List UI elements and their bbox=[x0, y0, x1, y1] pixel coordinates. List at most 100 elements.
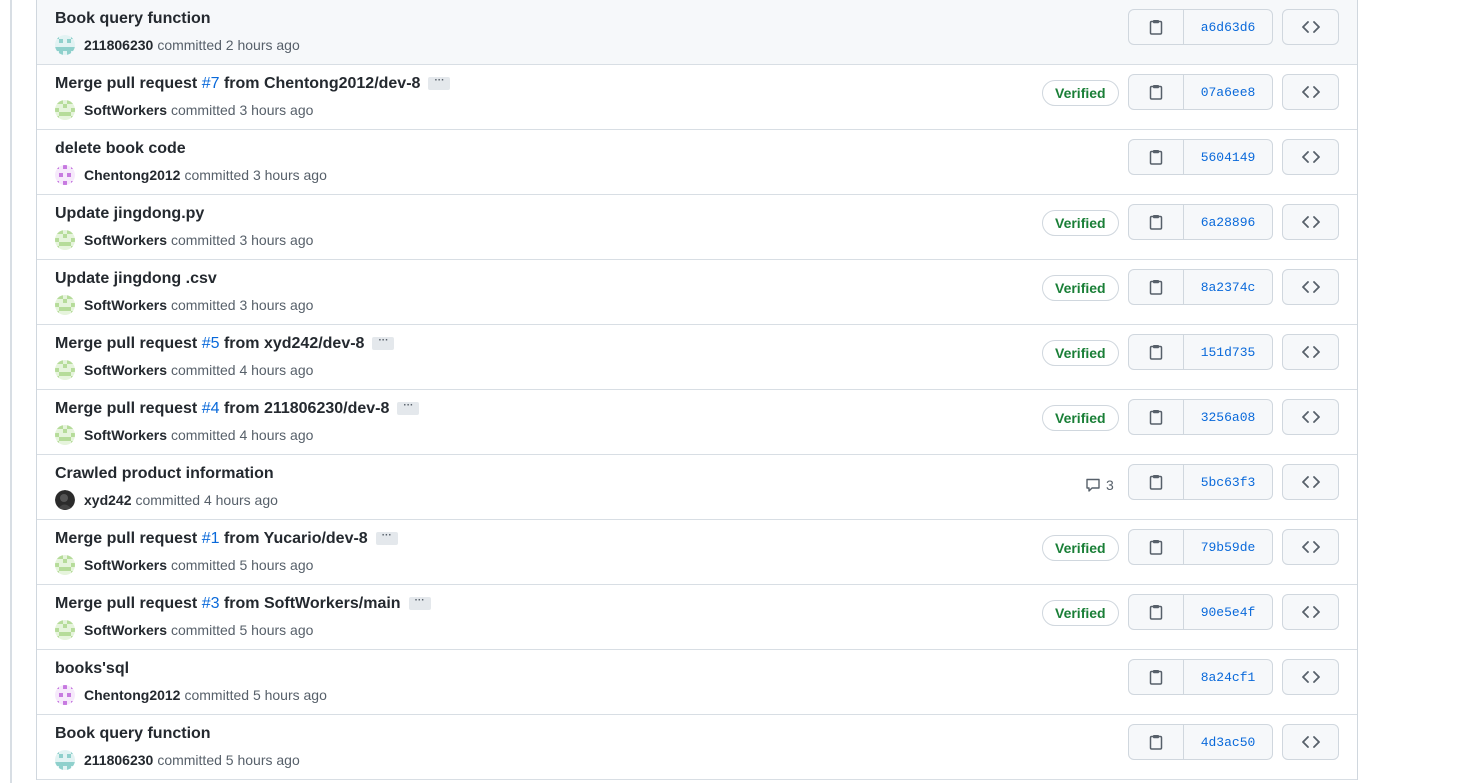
comments-count[interactable]: 3 bbox=[1085, 477, 1114, 493]
avatar[interactable] bbox=[55, 165, 75, 185]
avatar[interactable] bbox=[55, 360, 75, 380]
commit-title-suffix[interactable]: from 211806230/dev-8 bbox=[220, 400, 389, 417]
author-link[interactable]: SoftWorkers bbox=[84, 557, 167, 573]
author-link[interactable]: SoftWorkers bbox=[84, 232, 167, 248]
verified-badge[interactable]: Verified bbox=[1042, 275, 1119, 301]
author-link[interactable]: xyd242 bbox=[84, 492, 131, 508]
commit-title-suffix[interactable]: from Yucario/dev-8 bbox=[220, 530, 368, 547]
avatar[interactable] bbox=[55, 100, 75, 120]
author-link[interactable]: SoftWorkers bbox=[84, 297, 167, 313]
copy-sha-button[interactable] bbox=[1129, 725, 1184, 759]
copy-sha-button[interactable] bbox=[1129, 595, 1184, 629]
commit-title-text[interactable]: Update jingdong.py bbox=[55, 205, 204, 222]
pull-request-link[interactable]: #3 bbox=[202, 595, 220, 612]
author-link[interactable]: SoftWorkers bbox=[84, 427, 167, 443]
copy-sha-button[interactable] bbox=[1129, 205, 1184, 239]
copy-sha-button[interactable] bbox=[1129, 660, 1184, 694]
author-link[interactable]: 211806230 bbox=[84, 752, 153, 768]
commit-title-suffix[interactable]: from xyd242/dev-8 bbox=[220, 335, 365, 352]
commit-title-text[interactable]: delete book code bbox=[55, 140, 186, 157]
copy-sha-button[interactable] bbox=[1129, 140, 1184, 174]
browse-repository-button[interactable] bbox=[1282, 724, 1339, 760]
commit-title-suffix[interactable]: from Chentong2012/dev-8 bbox=[220, 75, 421, 92]
verified-badge[interactable]: Verified bbox=[1042, 80, 1119, 106]
avatar[interactable] bbox=[55, 425, 75, 445]
commit-sha-link[interactable]: 79b59de bbox=[1184, 530, 1272, 564]
browse-repository-button[interactable] bbox=[1282, 464, 1339, 500]
code-icon bbox=[1301, 346, 1320, 358]
commit-title-text[interactable]: Crawled product information bbox=[55, 465, 274, 482]
browse-repository-button[interactable] bbox=[1282, 139, 1339, 175]
commit-sha-link[interactable]: 90e5e4f bbox=[1184, 595, 1272, 629]
browse-repository-button[interactable] bbox=[1282, 204, 1339, 240]
commit-sha-link[interactable]: 5bc63f3 bbox=[1184, 465, 1272, 499]
avatar[interactable] bbox=[55, 620, 75, 640]
browse-repository-button[interactable] bbox=[1282, 399, 1339, 435]
commit-sha-link[interactable]: 5604149 bbox=[1184, 140, 1272, 174]
browse-repository-button[interactable] bbox=[1282, 334, 1339, 370]
author-link[interactable]: SoftWorkers bbox=[84, 622, 167, 638]
relative-time: 3 hours ago bbox=[239, 102, 314, 118]
commit-sha-link[interactable]: 3256a08 bbox=[1184, 400, 1272, 434]
avatar[interactable] bbox=[55, 295, 75, 315]
copy-sha-button[interactable] bbox=[1129, 270, 1184, 304]
pull-request-link[interactable]: #4 bbox=[202, 400, 220, 417]
verified-badge[interactable]: Verified bbox=[1042, 405, 1119, 431]
expand-message-button[interactable]: ··· bbox=[375, 531, 398, 546]
pull-request-link[interactable]: #1 bbox=[202, 530, 220, 547]
browse-repository-button[interactable] bbox=[1282, 9, 1339, 45]
browse-repository-button[interactable] bbox=[1282, 269, 1339, 305]
commit-title-text[interactable]: books'sql bbox=[55, 660, 129, 677]
avatar[interactable] bbox=[55, 490, 75, 510]
avatar[interactable] bbox=[55, 685, 75, 705]
commit-sha-link[interactable]: 151d735 bbox=[1184, 335, 1272, 369]
avatar[interactable] bbox=[55, 555, 75, 575]
copy-sha-button[interactable] bbox=[1129, 530, 1184, 564]
verified-badge[interactable]: Verified bbox=[1042, 210, 1119, 236]
expand-message-button[interactable]: ··· bbox=[428, 76, 451, 91]
clipboard-icon bbox=[1149, 19, 1163, 35]
verified-badge[interactable]: Verified bbox=[1042, 340, 1119, 366]
commit-title-text[interactable]: Merge pull request bbox=[55, 595, 202, 612]
author-link[interactable]: Chentong2012 bbox=[84, 167, 180, 183]
browse-repository-button[interactable] bbox=[1282, 659, 1339, 695]
commit-title-text[interactable]: Merge pull request bbox=[55, 335, 202, 352]
verified-badge[interactable]: Verified bbox=[1042, 600, 1119, 626]
commit-sha-link[interactable]: 4d3ac50 bbox=[1184, 725, 1272, 759]
browse-repository-button[interactable] bbox=[1282, 74, 1339, 110]
commit-title-text[interactable]: Update jingdong .csv bbox=[55, 270, 217, 287]
copy-sha-button[interactable] bbox=[1129, 400, 1184, 434]
commit-title-text[interactable]: Book query function bbox=[55, 725, 211, 742]
copy-sha-button[interactable] bbox=[1129, 75, 1184, 109]
browse-repository-button[interactable] bbox=[1282, 594, 1339, 630]
commit-title-text[interactable]: Book query function bbox=[55, 10, 211, 27]
avatar[interactable] bbox=[55, 750, 75, 770]
browse-repository-button[interactable] bbox=[1282, 529, 1339, 565]
author-link[interactable]: SoftWorkers bbox=[84, 102, 167, 118]
commit-sha-link[interactable]: 8a2374c bbox=[1184, 270, 1272, 304]
commit-title-text[interactable]: Merge pull request bbox=[55, 75, 202, 92]
copy-sha-button[interactable] bbox=[1129, 10, 1184, 44]
commit-title-text[interactable]: Merge pull request bbox=[55, 530, 202, 547]
expand-message-button[interactable]: ··· bbox=[372, 336, 395, 351]
commit-sha-link[interactable]: a6d63d6 bbox=[1184, 10, 1272, 44]
commit-title-text[interactable]: Merge pull request bbox=[55, 400, 202, 417]
author-link[interactable]: Chentong2012 bbox=[84, 687, 180, 703]
commit-title-suffix[interactable]: from SoftWorkers/main bbox=[220, 595, 401, 612]
commit-sha-link[interactable]: 6a28896 bbox=[1184, 205, 1272, 239]
author-link[interactable]: 211806230 bbox=[84, 37, 153, 53]
commit-sha-link[interactable]: 07a6ee8 bbox=[1184, 75, 1272, 109]
comment-icon bbox=[1085, 477, 1106, 493]
avatar[interactable] bbox=[55, 230, 75, 250]
pull-request-link[interactable]: #5 bbox=[202, 335, 220, 352]
verified-badge[interactable]: Verified bbox=[1042, 535, 1119, 561]
commit-meta: 211806230 committed 5 hours ago bbox=[55, 750, 300, 770]
author-link[interactable]: SoftWorkers bbox=[84, 362, 167, 378]
avatar[interactable] bbox=[55, 35, 75, 55]
commit-sha-link[interactable]: 8a24cf1 bbox=[1184, 660, 1272, 694]
pull-request-link[interactable]: #7 bbox=[202, 75, 220, 92]
expand-message-button[interactable]: ··· bbox=[408, 596, 431, 611]
copy-sha-button[interactable] bbox=[1129, 335, 1184, 369]
expand-message-button[interactable]: ··· bbox=[397, 401, 420, 416]
copy-sha-button[interactable] bbox=[1129, 465, 1184, 499]
